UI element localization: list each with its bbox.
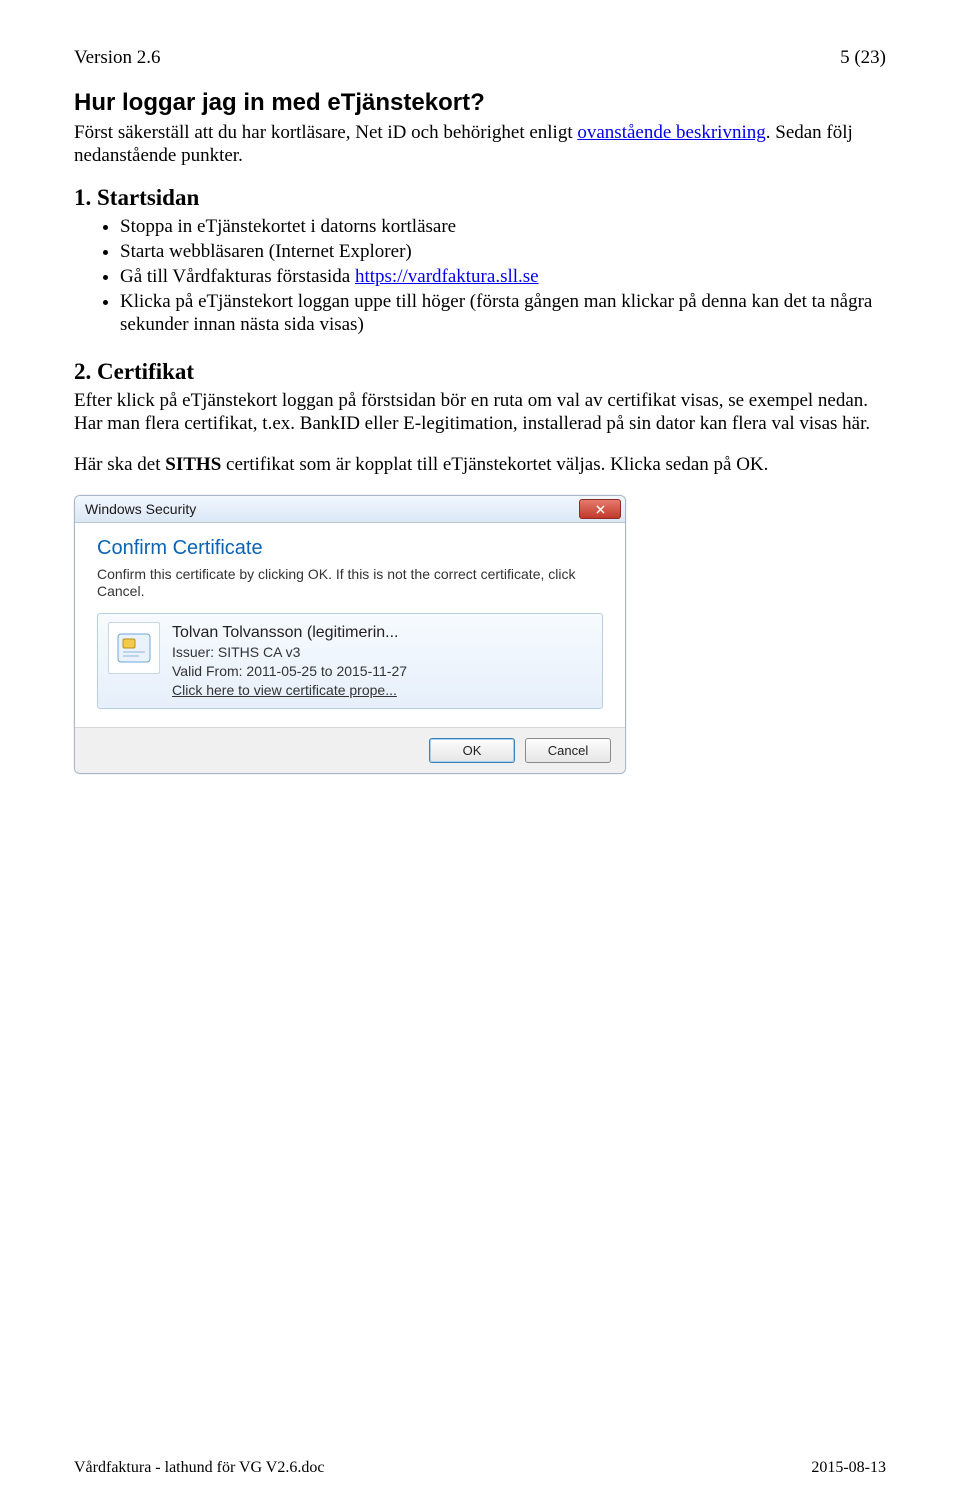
dialog-titlebar: Windows Security: [75, 496, 625, 523]
vardfaktura-link[interactable]: https://vardfaktura.sll.se: [355, 266, 539, 287]
certificate-valid: Valid From: 2011-05-25 to 2015-11-27: [172, 662, 407, 681]
close-button[interactable]: [579, 499, 621, 519]
page-footer: Vårdfaktura - lathund för VG V2.6.doc 20…: [74, 1459, 886, 1477]
text: Här ska det: [74, 454, 165, 475]
section-1-heading: 1. Startsidan: [74, 185, 886, 211]
section-2-heading: 2. Certifikat: [74, 359, 886, 385]
intro-text-1: Först säkerställ att du har kortläsare, …: [74, 122, 577, 143]
section-1-bullets: Stoppa in eTjänstekortet i datorns kortl…: [120, 215, 886, 337]
view-certificate-link[interactable]: Click here to view certificate prope...: [172, 682, 397, 698]
close-icon: [596, 501, 605, 517]
list-item: Stoppa in eTjänstekortet i datorns kortl…: [120, 215, 886, 239]
certificate-name: Tolvan Tolvansson (legitimerin...: [172, 622, 407, 644]
page-number: 5 (23): [840, 47, 886, 69]
dialog-title-text: Windows Security: [85, 501, 196, 517]
dialog-body: Confirm Certificate Confirm this certifi…: [75, 523, 625, 727]
siths-bold: SITHS: [165, 454, 221, 475]
list-item: Klicka på eTjänstekort loggan uppe till …: [120, 290, 886, 338]
intro-link[interactable]: ovanstående beskrivning: [577, 122, 765, 143]
certificate-details: Tolvan Tolvansson (legitimerin... Issuer…: [172, 622, 407, 700]
section-2-para-1: Efter klick på eTjänstekort loggan på fö…: [74, 389, 886, 435]
windows-security-dialog: Windows Security Confirm Certificate Con…: [74, 495, 626, 774]
certificate-issuer: Issuer: SITHS CA v3: [172, 643, 407, 662]
dialog-footer: OK Cancel: [75, 727, 625, 773]
footer-right: 2015-08-13: [811, 1459, 886, 1477]
footer-left: Vårdfaktura - lathund för VG V2.6.doc: [74, 1459, 324, 1477]
list-item: Starta webbläsaren (Internet Explorer): [120, 240, 886, 264]
dialog-message: Confirm this certificate by clicking OK.…: [97, 566, 603, 601]
section-2-para-2: Här ska det SITHS certifikat som är kopp…: [74, 453, 886, 476]
ok-button[interactable]: OK: [429, 738, 515, 763]
cancel-button[interactable]: Cancel: [525, 738, 611, 763]
intro-paragraph: Först säkerställ att du har kortläsare, …: [74, 121, 886, 167]
page-title: Hur loggar jag in med eTjänstekort?: [74, 89, 886, 117]
list-item: Gå till Vårdfakturas förstasida https://…: [120, 265, 886, 289]
bullet-text: Gå till Vårdfakturas förstasida: [120, 266, 355, 287]
page-header: Version 2.6 5 (23): [74, 47, 886, 69]
version-label: Version 2.6: [74, 47, 161, 69]
text: certifikat som är kopplat till eTjänstek…: [221, 454, 768, 475]
dialog-heading: Confirm Certificate: [97, 537, 603, 560]
certificate-icon: [108, 622, 160, 674]
certificate-item[interactable]: Tolvan Tolvansson (legitimerin... Issuer…: [97, 613, 603, 709]
